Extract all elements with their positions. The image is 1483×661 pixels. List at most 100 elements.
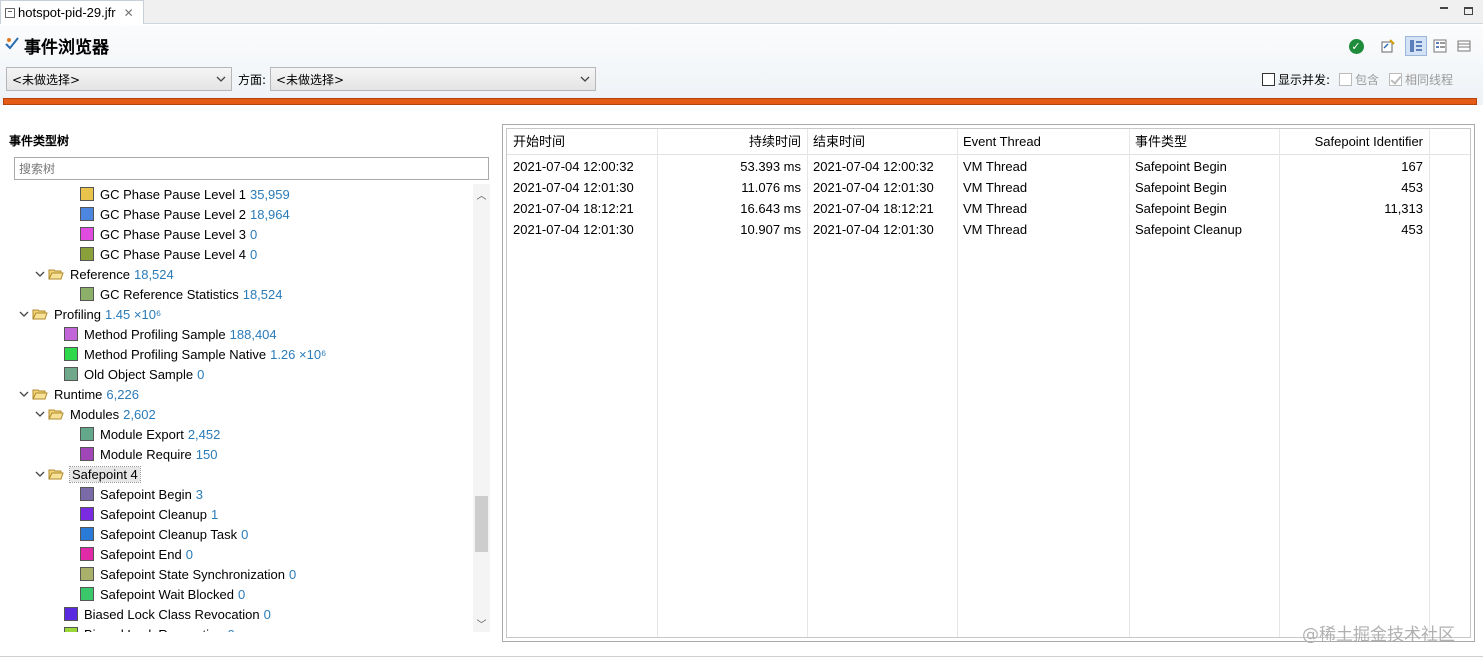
show-concurrent-checkbox[interactable]: 显示并发: — [1262, 71, 1330, 88]
checkbox-box[interactable] — [1339, 73, 1352, 86]
same-thread-label: 相同线程 — [1405, 73, 1454, 87]
tree-node-label: Safepoint State Synchronization — [100, 566, 286, 582]
tree-node[interactable]: Modules 2,602 — [34, 404, 156, 424]
column-header[interactable]: Event Thread — [957, 129, 1129, 155]
maximize-icon[interactable] — [1464, 7, 1473, 15]
tree-node[interactable]: Old Object Sample 0 — [64, 364, 204, 384]
tree-node-label: GC Reference Statistics — [100, 286, 239, 302]
tree-node[interactable]: Safepoint Cleanup 1 — [80, 504, 218, 524]
tree-node[interactable]: Method Profiling Sample 188,404 — [64, 324, 277, 344]
list-view-icon[interactable] — [1429, 36, 1451, 56]
minimize-icon[interactable] — [1440, 7, 1448, 9]
column-header[interactable]: Safepoint Identifier — [1279, 129, 1429, 155]
column-header[interactable]: 事件类型 — [1129, 129, 1279, 155]
aspect-combo[interactable]: <未做选择> — [270, 67, 596, 91]
tree-node[interactable]: Biased Lock Class Revocation 0 — [64, 604, 271, 624]
tree-node[interactable]: Reference 18,524 — [34, 264, 174, 284]
tree-node[interactable]: GC Reference Statistics 18,524 — [80, 284, 282, 304]
tree-node[interactable]: Biased Lock Revocation 0 — [64, 624, 235, 632]
tree-node[interactable]: Module Require 150 — [80, 444, 217, 464]
folder-open-icon — [48, 268, 64, 280]
table-cell: Safepoint Begin — [1135, 159, 1227, 174]
tree-view-icon[interactable] — [1405, 36, 1427, 56]
tree-scrollbar[interactable]: ︿ ﹀ — [473, 184, 490, 632]
tree-node-label: GC Phase Pause Level 4 — [100, 246, 246, 262]
table-cell: VM Thread — [963, 180, 1028, 195]
table-cell: 2021-07-04 12:01:30 — [513, 222, 634, 237]
ok-icon[interactable]: ✓ — [1345, 36, 1367, 56]
search-tree-input[interactable]: 搜索树 — [14, 157, 489, 180]
tree-node-count: 0 — [241, 526, 249, 542]
tab-hotspot-jfr[interactable]: hotspot-pid-29.jfr ✕ — [0, 0, 144, 24]
color-swatch — [64, 607, 78, 621]
tree-node-count: 0 — [289, 566, 297, 582]
color-swatch — [80, 247, 94, 261]
tree-node-count: 2,452 — [187, 426, 221, 442]
tree-node-label: GC Phase Pause Level 1 — [100, 186, 246, 202]
tree-node[interactable]: Method Profiling Sample Native 1.26 ×10⁶ — [64, 344, 326, 364]
file-icon — [5, 7, 15, 18]
tree-node[interactable]: Safepoint 4 — [34, 464, 141, 484]
page-title: 事件浏览器 — [24, 38, 109, 58]
tree-node-label: Safepoint Cleanup Task — [100, 526, 238, 542]
column-header[interactable]: 持续时间 — [657, 129, 807, 155]
column-header[interactable]: 结束时间 — [807, 129, 957, 155]
chevron-down-icon[interactable] — [34, 268, 46, 280]
color-swatch — [64, 347, 78, 361]
tree-node-label: Profiling — [54, 306, 101, 322]
settings-icon[interactable] — [1377, 36, 1399, 56]
color-swatch — [80, 187, 94, 201]
table-cell: 53.393 ms — [740, 159, 801, 174]
tree-node[interactable]: Safepoint Cleanup Task 0 — [80, 524, 248, 544]
table-view-icon[interactable] — [1453, 36, 1475, 56]
tree-node-label: GC Phase Pause Level 3 — [100, 226, 246, 242]
table-cell: 10.907 ms — [740, 222, 801, 237]
tree-node-count: 0 — [237, 586, 246, 602]
chevron-down-icon[interactable] — [34, 408, 46, 420]
tree-node[interactable]: Safepoint Begin 3 — [80, 484, 203, 504]
tree-node-count: 0 — [197, 366, 205, 382]
tree-node-count: 150 — [195, 446, 218, 462]
table-row[interactable]: 2021-07-04 12:00:32 53.393 ms 2021-07-04 1… — [507, 156, 1470, 177]
scroll-up-icon[interactable]: ︿ — [475, 187, 488, 202]
page-header: 事件浏览器 ✓ <未做选择> 方面: <未做选择> 显示并发: 包含 相同线程 — [0, 25, 1483, 105]
tree-node[interactable]: Safepoint Wait Blocked 0 — [80, 584, 245, 604]
tree-node[interactable]: GC Phase Pause Level 30 — [80, 224, 257, 244]
same-thread-checkbox[interactable]: 相同线程 — [1389, 71, 1453, 88]
table-cell: 2021-07-04 12:00:32 — [513, 159, 634, 174]
folder-open-icon — [32, 388, 48, 400]
column-header[interactable]: 开始时间 — [507, 129, 657, 155]
tree-node[interactable]: GC Phase Pause Level 1 35,959 — [80, 184, 290, 204]
tree-node[interactable]: Safepoint State Synchronization 0 — [80, 564, 296, 584]
tree-node[interactable]: Module Export 2,452 — [80, 424, 220, 444]
tree-node-label: Module Export — [100, 426, 184, 442]
tree-node-count: 0 — [227, 627, 234, 633]
table-cell: Safepoint Begin — [1135, 201, 1227, 216]
chevron-down-icon[interactable] — [18, 308, 30, 320]
tree-node[interactable]: Runtime 6,226 — [18, 384, 139, 404]
checkbox-box[interactable] — [1389, 73, 1402, 86]
event-type-combo-value: <未做选择> — [12, 72, 81, 87]
event-type-combo[interactable]: <未做选择> — [6, 67, 232, 91]
table-cell: VM Thread — [963, 201, 1028, 216]
table-cell: 2021-07-04 18:12:21 — [513, 201, 634, 216]
chevron-down-icon[interactable] — [18, 388, 30, 400]
table-row[interactable]: 2021-07-04 18:12:21 16.643 ms 2021-07-04 1… — [507, 198, 1470, 219]
scrollbar-thumb[interactable] — [475, 496, 488, 552]
tree-node-label: Old Object Sample — [84, 366, 194, 382]
color-swatch — [80, 487, 94, 501]
tree-node[interactable]: Safepoint End 0 — [80, 544, 193, 564]
include-checkbox[interactable]: 包含 — [1339, 71, 1379, 88]
checkbox-box[interactable] — [1262, 73, 1275, 86]
tree-node-count: 3 — [195, 486, 204, 502]
tree-node[interactable]: Profiling 1.45 ×10⁶ — [18, 304, 161, 324]
tree-node[interactable]: GC Phase Pause Level 40 — [80, 244, 257, 264]
chevron-down-icon[interactable] — [34, 468, 46, 480]
table-row[interactable]: 2021-07-04 12:01:30 10.907 ms 2021-07-04 1… — [507, 219, 1470, 240]
table-row[interactable]: 2021-07-04 12:01:30 11.076 ms 2021-07-04 1… — [507, 177, 1470, 198]
scroll-down-icon[interactable]: ﹀ — [475, 616, 488, 631]
folder-open-icon — [48, 408, 64, 420]
tree-node[interactable]: GC Phase Pause Level 2 18,964 — [80, 204, 290, 224]
close-icon[interactable]: ✕ — [124, 6, 134, 20]
color-swatch — [80, 427, 94, 441]
